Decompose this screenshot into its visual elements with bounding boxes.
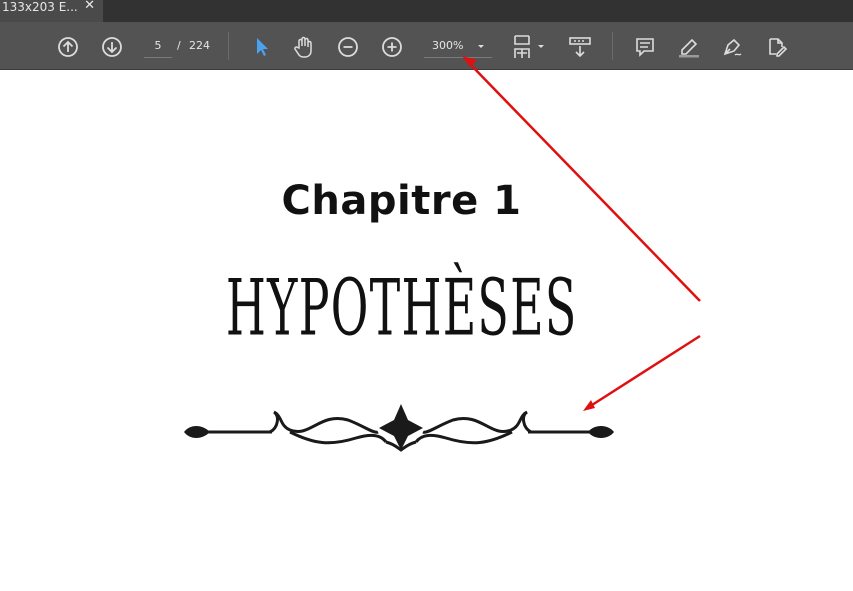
- ornament-divider: [184, 404, 614, 452]
- red-arrow-annotation: [462, 56, 701, 411]
- document-overlay: [184, 56, 701, 452]
